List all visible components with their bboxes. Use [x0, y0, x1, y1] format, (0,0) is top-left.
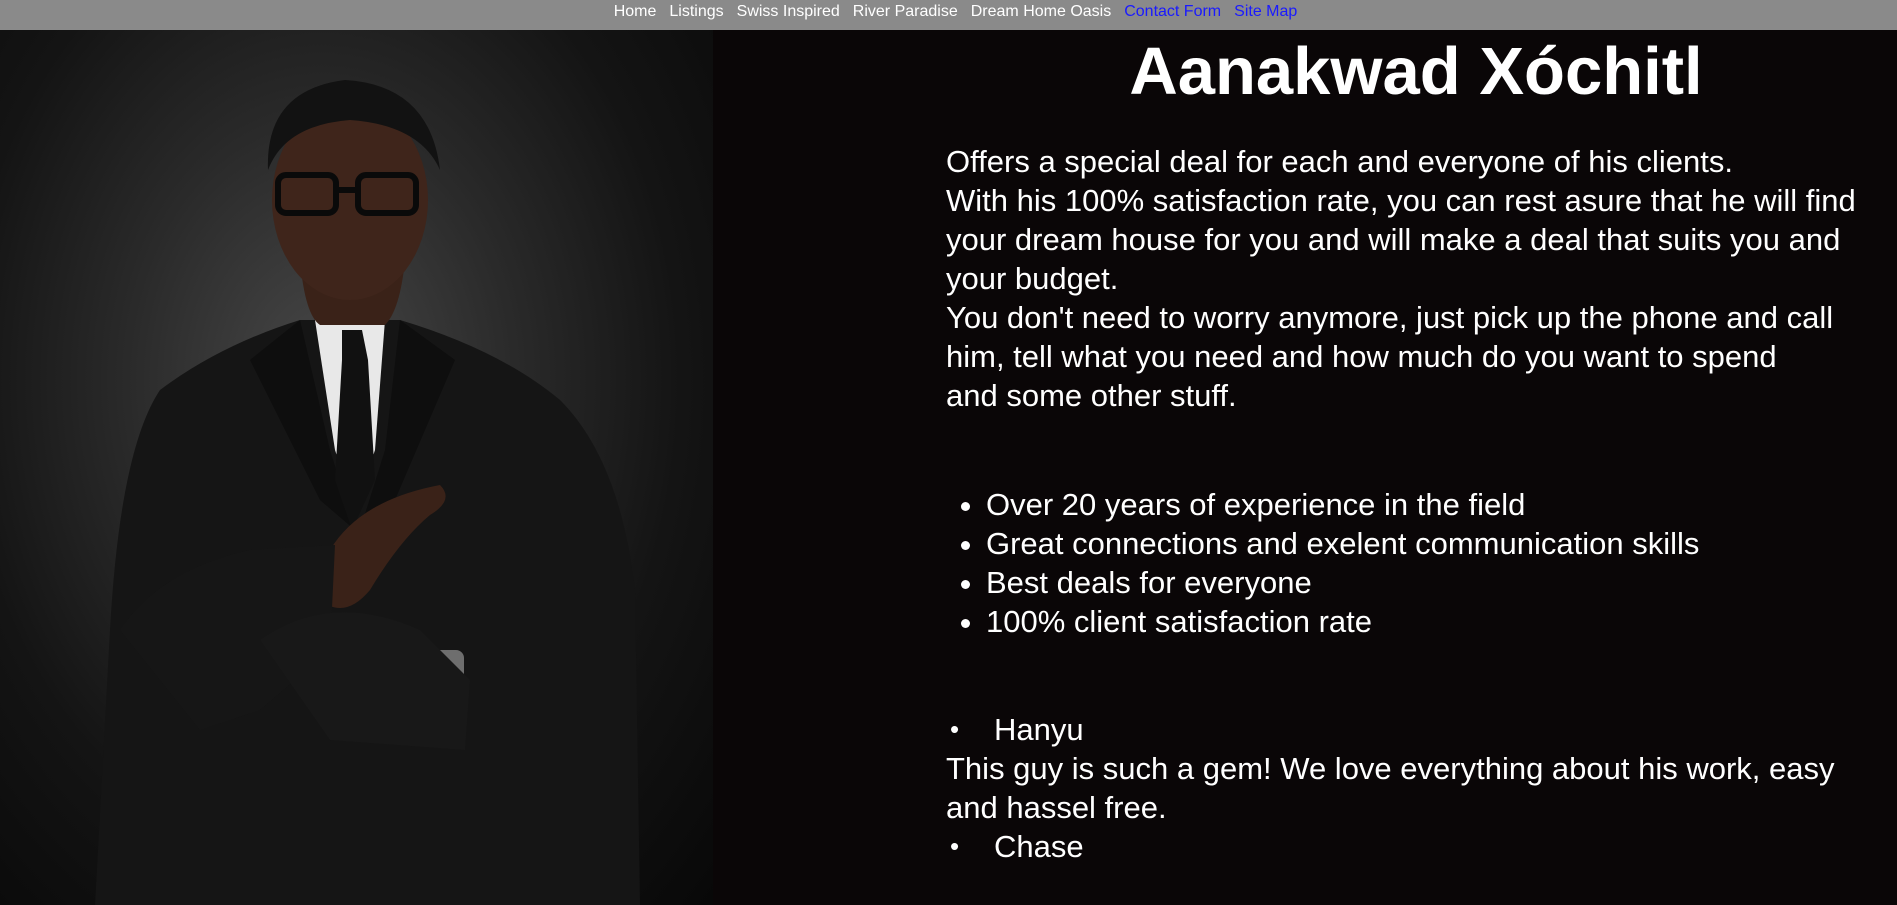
main-content: Aanakwad Xóchitl Offers a special deal f…	[946, 30, 1886, 866]
feature-item: Best deals for everyone	[986, 563, 1886, 602]
top-navigation: Home Listings Swiss Inspired River Parad…	[0, 0, 1897, 30]
bio-line: Offers a special deal for each and every…	[946, 144, 1733, 179]
nav-link-dream-home-oasis[interactable]: Dream Home Oasis	[971, 3, 1111, 21]
feature-list: Over 20 years of experience in the field…	[946, 485, 1886, 641]
nav-link-swiss-inspired[interactable]: Swiss Inspired	[737, 3, 840, 21]
reviewer-name: Chase	[994, 829, 1084, 864]
nav-link-listings[interactable]: Listings	[669, 3, 723, 21]
feature-item: Great connections and exelent communicat…	[986, 524, 1886, 563]
nav-links: Home Listings Swiss Inspired River Parad…	[600, 0, 1298, 21]
reviewer-name: Hanyu	[994, 712, 1084, 747]
reviewer-row: • Chase	[946, 827, 1886, 866]
nav-link-site-map[interactable]: Site Map	[1234, 3, 1297, 21]
agent-name-heading: Aanakwad Xóchitl	[1129, 34, 1703, 109]
bio-line: You don't need to worry anymore, just pi…	[946, 300, 1834, 374]
bullet-icon: •	[950, 831, 960, 861]
bio-line: and some other stuff.	[946, 378, 1237, 413]
reviewer-row: • Hanyu	[946, 710, 1886, 749]
feature-item: Over 20 years of experience in the field	[986, 485, 1886, 524]
nav-link-contact-form[interactable]: Contact Form	[1124, 3, 1221, 21]
agent-portrait-icon	[95, 80, 640, 905]
review-text: This guy is such a gem! We love everythi…	[946, 751, 1835, 825]
agent-bio: Offers a special deal for each and every…	[946, 142, 1886, 415]
reviews-section: • Hanyu This guy is such a gem! We love …	[946, 710, 1886, 866]
bio-line: With his 100% satisfaction rate, you can…	[946, 183, 1856, 296]
nav-link-river-paradise[interactable]: River Paradise	[853, 3, 958, 21]
bullet-icon: •	[950, 714, 960, 744]
feature-item: 100% client satisfaction rate	[986, 602, 1886, 641]
agent-portrait-photo	[0, 30, 713, 905]
nav-link-home[interactable]: Home	[614, 3, 657, 21]
